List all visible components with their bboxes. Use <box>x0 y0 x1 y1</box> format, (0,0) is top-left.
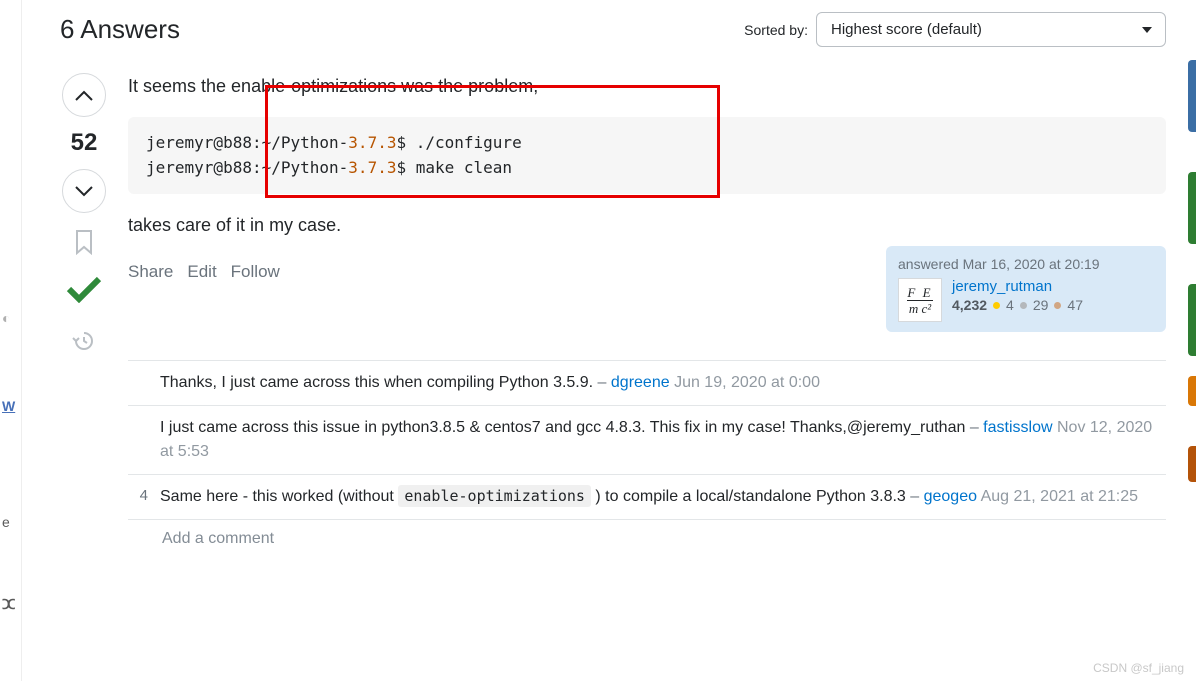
sort-select[interactable]: Highest score (default) <box>816 12 1166 47</box>
answered-time: answered Mar 16, 2020 at 20:19 <box>898 256 1154 272</box>
inline-code: enable-optimizations <box>398 485 591 507</box>
comment-date: Jun 19, 2020 at 0:00 <box>674 374 820 391</box>
comment-row: I just came across this issue in python3… <box>128 406 1166 475</box>
comment-row: Thanks, I just came across this when com… <box>128 361 1166 406</box>
comments-list: Thanks, I just came across this when com… <box>128 360 1166 520</box>
answer-text-1: It seems the enable-optimizations was th… <box>128 73 1166 101</box>
watermark: CSDN @sf_jiang <box>1093 661 1184 675</box>
code-block: jeremyr@b88:~/Python-3.7.3$ ./configure … <box>128 117 1166 195</box>
history-icon <box>72 329 96 353</box>
sort-label: Sorted by: <box>744 22 808 38</box>
follow-link[interactable]: Follow <box>231 262 280 282</box>
chevron-up-icon <box>75 90 93 101</box>
share-link[interactable]: Share <box>128 262 173 282</box>
chevron-down-icon <box>75 186 93 197</box>
edit-link[interactable]: Edit <box>187 262 216 282</box>
reputation: 4,232 <box>952 297 987 313</box>
comment-body: I just came across this issue in python3… <box>160 416 1166 464</box>
timeline-button[interactable] <box>72 329 96 357</box>
comment-score: 4 <box>128 485 148 509</box>
upvote-button[interactable] <box>62 73 106 117</box>
user-link[interactable]: jeremy_rutman <box>952 278 1083 295</box>
user-card: answered Mar 16, 2020 at 20:19 F E m c² … <box>886 246 1166 332</box>
silver-badge-icon <box>1020 302 1027 309</box>
comment-user-link[interactable]: fastisslow <box>983 419 1052 436</box>
comment-body: Same here - this worked (without enable-… <box>160 485 1166 509</box>
downvote-button[interactable] <box>62 169 106 213</box>
add-comment-link[interactable]: Add a comment <box>128 520 1166 548</box>
gold-badge-icon <box>993 302 1000 309</box>
bookmark-icon <box>73 229 95 255</box>
check-icon <box>66 275 102 303</box>
vote-score: 52 <box>71 129 98 157</box>
accepted-check <box>66 275 102 307</box>
comment-score <box>128 371 148 395</box>
bronze-badge-icon <box>1054 302 1061 309</box>
comment-body: Thanks, I just came across this when com… <box>160 371 1166 395</box>
comment-date: Aug 21, 2021 at 21:25 <box>981 488 1138 505</box>
comment-row: 4 Same here - this worked (without enable… <box>128 475 1166 520</box>
bookmark-button[interactable] <box>73 229 95 259</box>
avatar[interactable]: F E m c² <box>898 278 942 322</box>
comment-user-link[interactable]: dgreene <box>611 374 670 391</box>
comment-user-link[interactable]: geogeo <box>924 488 977 505</box>
answer-text-2: takes care of it in my case. <box>128 212 1166 240</box>
answers-heading: 6 Answers <box>60 14 180 45</box>
comment-score <box>128 416 148 464</box>
